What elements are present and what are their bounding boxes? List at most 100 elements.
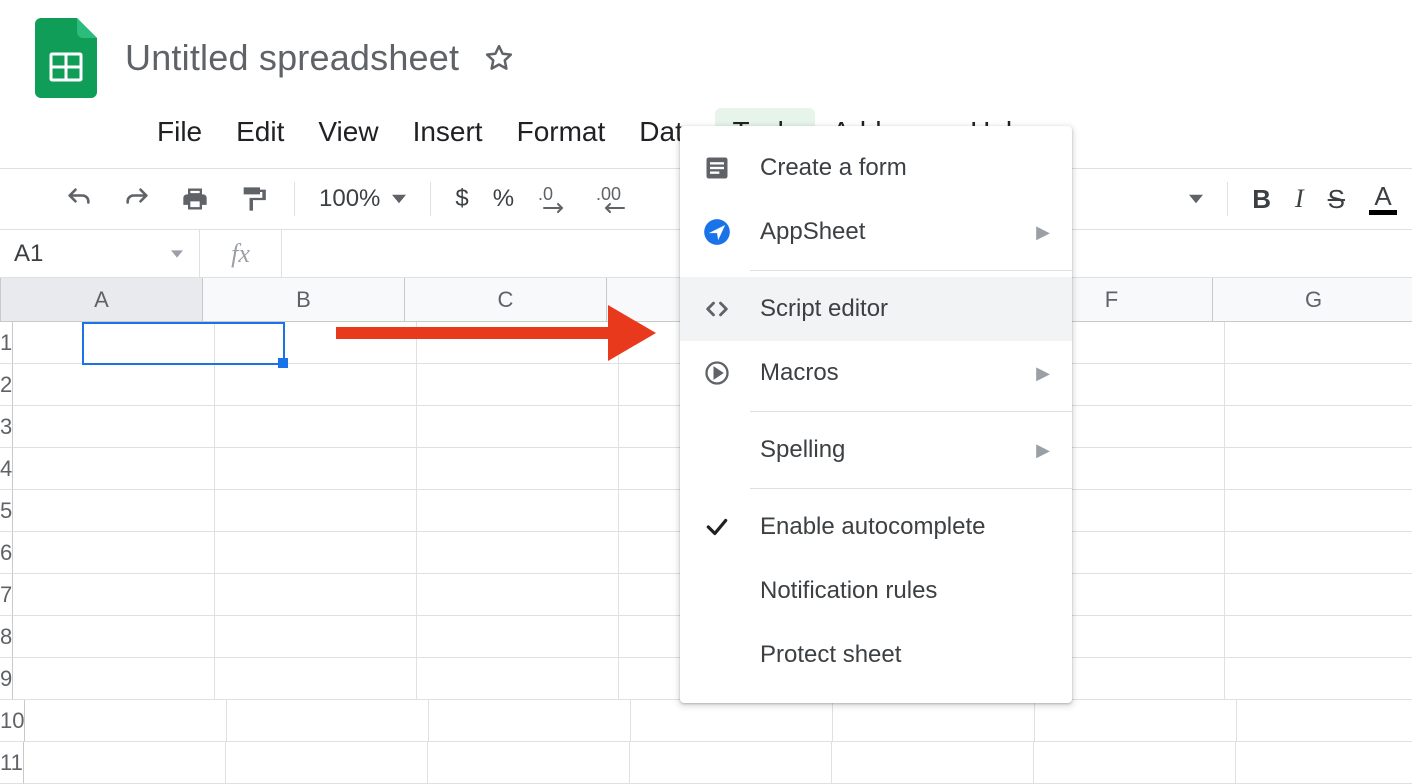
cell[interactable]	[13, 658, 215, 700]
cell[interactable]	[13, 574, 215, 616]
row-header[interactable]: 6	[0, 532, 13, 574]
cell[interactable]	[215, 658, 417, 700]
format-currency-button[interactable]: $	[455, 185, 468, 213]
increase-decimal-button[interactable]: .00	[596, 182, 642, 216]
cell[interactable]	[13, 532, 215, 574]
cell[interactable]	[1225, 406, 1412, 448]
row-header[interactable]: 1	[0, 322, 13, 364]
cell[interactable]	[13, 490, 215, 532]
cell[interactable]	[1034, 742, 1236, 784]
cell[interactable]	[226, 742, 428, 784]
blank-icon	[702, 640, 732, 670]
menu-view[interactable]: View	[301, 108, 395, 156]
cell[interactable]	[1035, 700, 1237, 742]
cell[interactable]	[417, 532, 619, 574]
cell[interactable]	[13, 406, 215, 448]
row-header[interactable]: 7	[0, 574, 13, 616]
cell[interactable]	[215, 574, 417, 616]
cell[interactable]	[417, 364, 619, 406]
bold-button[interactable]: B	[1252, 184, 1271, 215]
column-header[interactable]: A	[1, 278, 203, 322]
star-icon[interactable]	[483, 42, 515, 74]
row-header[interactable]: 8	[0, 616, 13, 658]
cell[interactable]	[215, 322, 417, 364]
cell[interactable]	[13, 364, 215, 406]
menu-file[interactable]: File	[140, 108, 219, 156]
strikethrough-button[interactable]: S	[1328, 184, 1345, 215]
cell[interactable]	[13, 448, 215, 490]
print-button[interactable]	[178, 182, 212, 216]
cell[interactable]	[24, 742, 226, 784]
cell[interactable]	[1225, 616, 1412, 658]
cell[interactable]	[631, 700, 833, 742]
cell[interactable]	[1237, 700, 1412, 742]
menu-item-script-editor[interactable]: Script editor	[680, 277, 1072, 341]
column-header[interactable]: C	[405, 278, 607, 322]
cell[interactable]	[428, 742, 630, 784]
cell[interactable]	[227, 700, 429, 742]
row-header[interactable]: 11	[0, 742, 24, 784]
cell[interactable]	[417, 574, 619, 616]
cell[interactable]	[215, 616, 417, 658]
decrease-decimal-button[interactable]: .0	[538, 182, 572, 216]
row-header[interactable]: 2	[0, 364, 13, 406]
paint-format-button[interactable]	[236, 182, 270, 216]
cell[interactable]	[13, 616, 215, 658]
menu-item-create-form[interactable]: Create a form	[680, 136, 1072, 200]
row-header[interactable]: 4	[0, 448, 13, 490]
cell[interactable]	[215, 364, 417, 406]
chevron-down-icon[interactable]	[1189, 192, 1203, 206]
cell[interactable]	[833, 700, 1035, 742]
row-header[interactable]: 9	[0, 658, 13, 700]
cell[interactable]	[1225, 364, 1412, 406]
cell[interactable]	[1236, 742, 1412, 784]
cell[interactable]	[429, 700, 631, 742]
cell[interactable]	[1225, 490, 1412, 532]
row-header[interactable]: 5	[0, 490, 13, 532]
cell[interactable]	[215, 490, 417, 532]
cell[interactable]	[215, 406, 417, 448]
cell[interactable]	[417, 448, 619, 490]
cell[interactable]	[1225, 322, 1412, 364]
cell[interactable]	[13, 322, 215, 364]
toolbar-separator	[294, 182, 295, 216]
cell[interactable]	[215, 448, 417, 490]
menu-item-notification-rules[interactable]: Notification rules	[680, 559, 1072, 623]
cell[interactable]	[1225, 448, 1412, 490]
cell[interactable]	[417, 490, 619, 532]
menu-item-enable-autocomplete[interactable]: Enable autocomplete	[680, 495, 1072, 559]
cell[interactable]	[832, 742, 1034, 784]
menu-item-spelling[interactable]: Spelling ▶	[680, 418, 1072, 482]
name-box[interactable]: A1	[0, 230, 200, 277]
column-header[interactable]: G	[1213, 278, 1412, 322]
italic-button[interactable]: I	[1295, 184, 1304, 214]
submenu-arrow-icon: ▶	[1036, 440, 1050, 461]
text-color-button[interactable]: A	[1369, 183, 1397, 215]
row-header[interactable]: 10	[0, 700, 25, 742]
menu-edit[interactable]: Edit	[219, 108, 301, 156]
menu-format[interactable]: Format	[500, 108, 623, 156]
menu-insert[interactable]: Insert	[396, 108, 500, 156]
cell[interactable]	[25, 700, 227, 742]
menu-item-protect-sheet[interactable]: Protect sheet	[680, 623, 1072, 687]
column-header[interactable]: B	[203, 278, 405, 322]
cell[interactable]	[1225, 574, 1412, 616]
format-percent-button[interactable]: %	[493, 185, 514, 213]
cell[interactable]	[417, 658, 619, 700]
cell[interactable]	[417, 406, 619, 448]
cell[interactable]	[215, 532, 417, 574]
cell[interactable]	[417, 322, 619, 364]
cell[interactable]	[1225, 658, 1412, 700]
cell[interactable]	[1225, 532, 1412, 574]
row-header[interactable]: 3	[0, 406, 13, 448]
undo-button[interactable]	[62, 182, 96, 216]
sheets-logo-icon[interactable]	[35, 18, 97, 98]
document-title[interactable]: Untitled spreadsheet	[125, 37, 459, 79]
menu-item-macros[interactable]: Macros ▶	[680, 341, 1072, 405]
menu-item-appsheet[interactable]: AppSheet ▶	[680, 200, 1072, 264]
redo-button[interactable]	[120, 182, 154, 216]
zoom-dropdown[interactable]: 100%	[319, 185, 406, 213]
cell[interactable]	[630, 742, 832, 784]
cell[interactable]	[417, 616, 619, 658]
fill-handle[interactable]	[278, 358, 288, 368]
